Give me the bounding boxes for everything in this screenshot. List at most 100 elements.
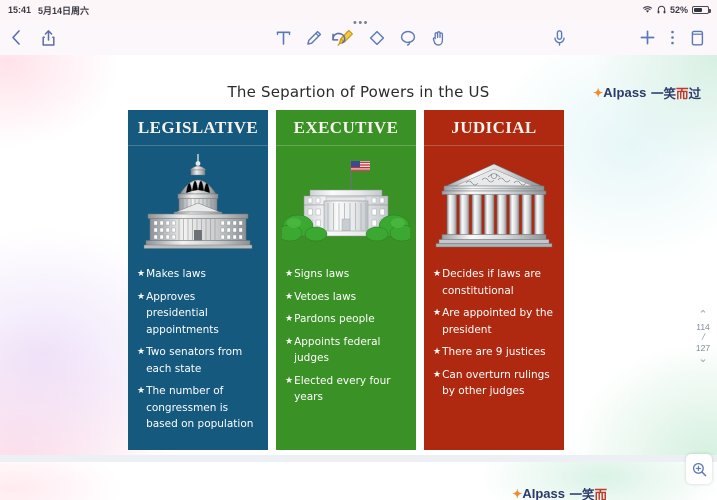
list-item: ★ Can overturn rulings by other judges	[433, 367, 555, 400]
menu-button[interactable]	[670, 29, 675, 46]
capitol-building-illustration	[128, 146, 268, 258]
undo-button[interactable]	[330, 30, 349, 46]
toolbar-right-group	[552, 29, 717, 47]
toolbar: •••	[0, 18, 717, 55]
hand-tool-button[interactable]	[430, 29, 448, 47]
page-separator: /	[700, 331, 706, 344]
battery-percent: 52%	[669, 5, 688, 15]
zoom-in-button[interactable]	[686, 454, 712, 484]
watermark: ✦ AIpass 一笑而过	[593, 83, 701, 102]
list-item: ★ The number of congressmen is based on p…	[137, 383, 259, 433]
pen-tool-button[interactable]	[305, 29, 323, 47]
status-bar-left: 15:41 5月14日周六	[8, 4, 89, 17]
column-executive: EXECUTIVE ★ Signs laws ★ Vetoes laws ★ P…	[276, 110, 416, 450]
star-bullet-icon: ★	[137, 269, 146, 279]
column-heading-executive: EXECUTIVE	[276, 110, 416, 146]
add-button[interactable]	[639, 29, 656, 46]
star-bullet-icon: ★	[285, 269, 294, 279]
star-bullet-icon: ★	[433, 269, 442, 279]
star-bullet-icon: ★	[433, 308, 442, 318]
next-page-watermark: ✦ AIpass 一笑而	[512, 484, 607, 500]
text-tool-button[interactable]	[275, 29, 292, 47]
star-bullet-icon: ★	[285, 314, 294, 324]
column-judicial: JUDICIAL ★ Decides if laws are constitut…	[424, 110, 564, 450]
page-canvas[interactable]: The Separtion of Powers in the US ✦ AIpa…	[0, 55, 717, 460]
battery-icon	[692, 5, 711, 15]
lasso-tool-button[interactable]	[399, 29, 417, 47]
list-item: ★ Pardons people	[285, 311, 407, 328]
star-bullet-icon: ★	[285, 336, 294, 347]
share-button[interactable]	[41, 29, 56, 47]
star-icon: ✦	[593, 85, 604, 100]
drawing-tools-group: •••	[275, 18, 448, 47]
list-item-text: Decides if laws are constitutional	[442, 268, 541, 297]
star-bullet-icon: ★	[433, 347, 442, 357]
bullets-legislative: ★ Makes laws ★ Approves presidential appoi…	[128, 258, 268, 439]
list-item-text: Two senators from each state	[146, 346, 243, 375]
next-watermark-brand: AIpass	[522, 486, 565, 500]
star-bullet-icon: ★	[285, 375, 294, 386]
list-item: ★ There are 9 justices	[433, 344, 555, 361]
back-button[interactable]	[10, 29, 23, 46]
status-bar-right: 52%	[642, 5, 711, 16]
list-item-text: Vetoes laws	[294, 290, 357, 303]
column-legislative: LEGISLATIVE ★ Makes laws ★ Approves pres…	[128, 110, 268, 450]
star-icon: ✦	[512, 486, 523, 500]
chevron-down-icon[interactable]: ⌄	[698, 354, 707, 365]
list-item: ★ Vetoes laws	[285, 289, 407, 306]
status-date: 5月14日周六	[38, 5, 90, 16]
status-time: 15:41	[8, 5, 32, 15]
column-heading-judicial: JUDICIAL	[424, 110, 564, 146]
status-bar: 15:41 5月14日周六 52%	[0, 0, 717, 20]
supreme-court-illustration	[424, 146, 564, 258]
star-bullet-icon: ★	[285, 291, 294, 302]
more-horizontal-icon[interactable]: •••	[353, 18, 369, 29]
list-item-text: Appoints federal judges	[294, 335, 381, 365]
list-item-text: Approves presidential appointments	[146, 290, 219, 336]
wifi-icon	[642, 5, 653, 16]
pages-button[interactable]	[689, 29, 705, 47]
total-page-number: 127	[695, 343, 711, 353]
white-house-illustration	[276, 146, 416, 258]
list-item-text: The number of congressmen is based on po…	[146, 385, 254, 430]
toolbar-left-group	[0, 29, 170, 47]
watermark-brand: AIpass	[603, 85, 647, 100]
headphones-icon	[657, 5, 666, 16]
zoom-in-icon	[692, 462, 706, 476]
bullets-executive: ★ Signs laws ★ Vetoes laws ★ Pardons people…	[276, 258, 416, 412]
page-gap-divider	[0, 455, 717, 462]
star-bullet-icon: ★	[137, 386, 146, 396]
star-bullet-icon: ★	[137, 291, 146, 302]
list-item: ★ Makes laws	[137, 266, 259, 283]
bullets-judicial: ★ Decides if laws are constitutional ★ Are…	[424, 258, 564, 406]
watermark-suffix: 一笑而过	[647, 87, 701, 101]
list-item-text: Pardons people	[294, 313, 375, 325]
list-item: ★ Are appointed by the president	[433, 305, 555, 338]
list-item-text: Are appointed by the president	[442, 307, 553, 336]
chevron-up-icon[interactable]: ⌃	[698, 310, 707, 321]
list-item-text: Makes laws	[146, 268, 206, 280]
next-page-canvas: ✦ AIpass 一笑而	[0, 462, 717, 500]
star-bullet-icon: ★	[433, 369, 442, 380]
toolbar-center-group: •••	[170, 18, 552, 47]
document-viewport[interactable]: The Separtion of Powers in the US ✦ AIpa…	[0, 55, 717, 500]
next-watermark-suffix: 一笑而	[566, 488, 607, 500]
list-item-text: Can overturn rulings by other judges	[442, 368, 550, 398]
list-item: ★ Approves presidential appointments	[137, 289, 259, 339]
powers-columns: LEGISLATIVE ★ Makes laws ★ Approves pres…	[128, 110, 576, 450]
list-item: ★ Elected every four years	[285, 373, 407, 406]
current-page-number: 114	[696, 322, 710, 332]
list-item: ★ Signs laws	[285, 266, 407, 283]
column-heading-legislative: LEGISLATIVE	[128, 110, 268, 146]
list-item: ★ Two senators from each state	[137, 344, 259, 377]
list-item-text: There are 9 justices	[442, 346, 546, 358]
list-item: ★ Decides if laws are constitutional	[433, 266, 555, 299]
list-item-text: Elected every four years	[294, 374, 391, 404]
microphone-button[interactable]	[552, 29, 567, 47]
list-item-text: Signs laws	[294, 268, 350, 280]
star-bullet-icon: ★	[137, 347, 146, 357]
eraser-tool-button[interactable]	[368, 29, 386, 47]
list-item: ★ Appoints federal judges	[285, 334, 407, 367]
next-page-preview[interactable]: ✦ AIpass 一笑而	[0, 462, 717, 500]
page-indicator[interactable]: ⌃ 114 / 127 ⌄	[692, 310, 714, 365]
